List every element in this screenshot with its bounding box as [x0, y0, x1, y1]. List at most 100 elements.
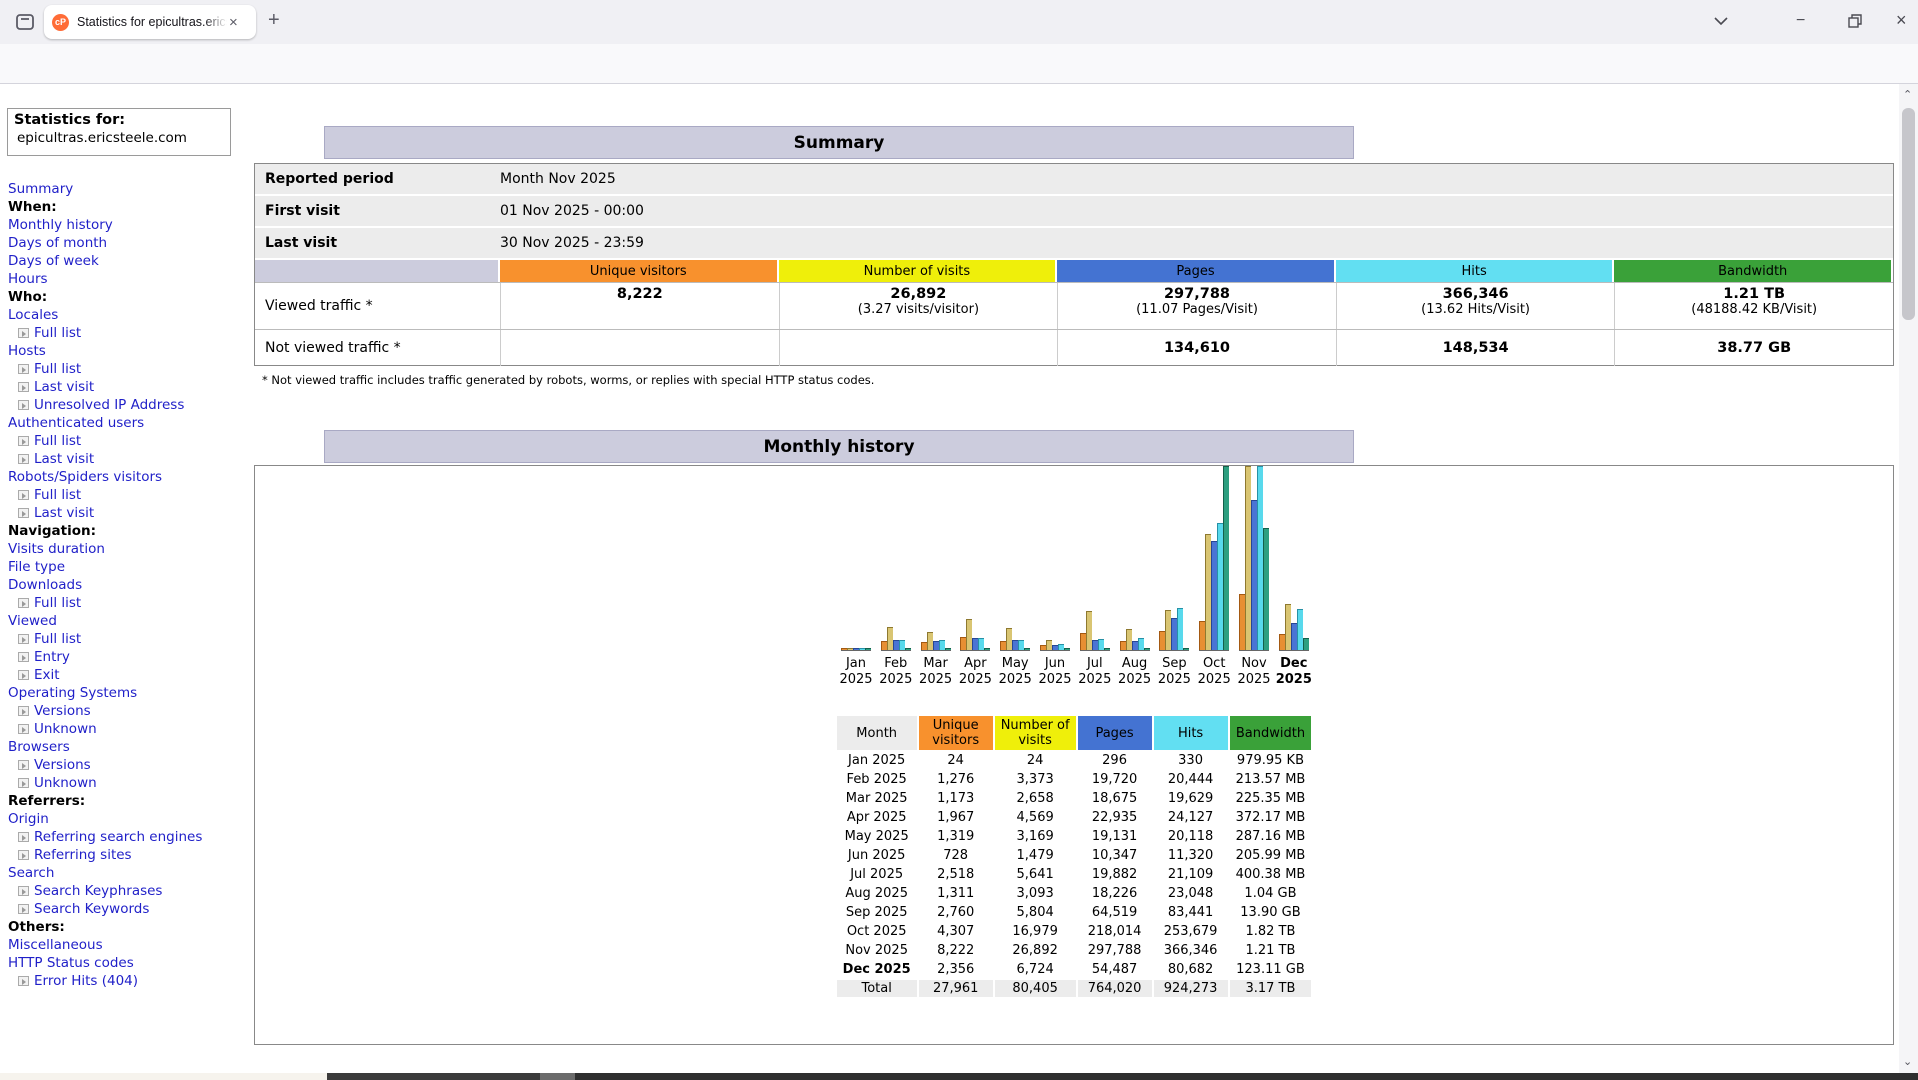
chart-bar-group	[1120, 629, 1150, 651]
summary-column-pages: Pages	[1057, 260, 1334, 282]
chart-month-label: Aug2025	[1113, 656, 1157, 688]
firefox-view-icon[interactable]	[14, 11, 36, 33]
window-minimize-button[interactable]: −	[1796, 12, 1805, 30]
summary-value-cell	[500, 330, 779, 366]
sidebar-item-full-list[interactable]: Full list	[8, 594, 253, 612]
sidebar-item-unresolved-ip-address[interactable]: Unresolved IP Address	[8, 396, 253, 414]
tab-bar: cP Statistics for epicultras.ericsteele.…	[0, 0, 1918, 44]
summary-title: Summary	[324, 126, 1354, 159]
bar-bandwidth	[1223, 466, 1229, 650]
scroll-up-arrow[interactable]: ⌃	[1903, 88, 1912, 101]
bar-bandwidth	[865, 648, 871, 650]
bar-bandwidth	[1064, 648, 1070, 650]
sidebar-item-versions[interactable]: Versions	[8, 756, 253, 774]
sidebar-item-last-visit[interactable]: Last visit	[8, 450, 253, 468]
sidebar-item-exit[interactable]: Exit	[8, 666, 253, 684]
sidebar-item-monthly-history[interactable]: Monthly history	[8, 216, 253, 234]
sidebar-item-full-list[interactable]: Full list	[8, 630, 253, 648]
sidebar-item-origin[interactable]: Origin	[8, 810, 253, 828]
sidebar-item-authenticated-users[interactable]: Authenticated users	[8, 414, 253, 432]
chart-bar-group	[1239, 466, 1269, 651]
summary-value-cell: 148,534	[1336, 330, 1615, 366]
sidebar-item-full-list[interactable]: Full list	[8, 360, 253, 378]
summary-info-row: Last visit30 Nov 2025 - 23:59	[255, 228, 1893, 258]
sidebar-item-file-type[interactable]: File type	[8, 558, 253, 576]
sidebar-item-search-keywords[interactable]: Search Keywords	[8, 900, 253, 918]
sidebar-item-last-visit[interactable]: Last visit	[8, 378, 253, 396]
sidebar-item-error-hits-404-[interactable]: Error Hits (404)	[8, 972, 253, 990]
submenu-icon	[18, 976, 29, 986]
sidebar-item-who-: Who:	[8, 288, 253, 306]
sidebar-item-miscellaneous[interactable]: Miscellaneous	[8, 936, 253, 954]
submenu-icon	[18, 850, 29, 860]
submenu-icon	[18, 328, 29, 338]
summary-box: Reported periodMonth Nov 2025First visit…	[254, 163, 1894, 366]
site-name: epicultras.ericsteele.com	[14, 130, 224, 146]
sidebar-item-hours[interactable]: Hours	[8, 270, 253, 288]
sidebar-item-downloads[interactable]: Downloads	[8, 576, 253, 594]
sidebar-item-viewed[interactable]: Viewed	[8, 612, 253, 630]
sidebar-item-referrers-: Referrers:	[8, 792, 253, 810]
sidebar-item-browsers[interactable]: Browsers	[8, 738, 253, 756]
bar-hits	[1177, 608, 1183, 650]
chart-bar-group	[1000, 628, 1030, 651]
bar-bandwidth	[1263, 528, 1269, 650]
new-tab-button[interactable]: +	[268, 9, 280, 32]
submenu-icon	[18, 400, 29, 410]
tab-list-chevron-icon[interactable]	[1714, 16, 1728, 26]
chart-month-label: May2025	[993, 656, 1037, 688]
sidebar-item-visits-duration[interactable]: Visits duration	[8, 540, 253, 558]
sidebar-item-referring-sites[interactable]: Referring sites	[8, 846, 253, 864]
sidebar-item-search-keyphrases[interactable]: Search Keyphrases	[8, 882, 253, 900]
sidebar-item-full-list[interactable]: Full list	[8, 486, 253, 504]
tab-title: Statistics for epicultras.ericsteele.com	[77, 15, 227, 29]
submenu-icon	[18, 724, 29, 734]
submenu-icon	[18, 364, 29, 374]
bottom-strip-light	[0, 1073, 327, 1080]
scrollbar-thumb[interactable]	[1902, 108, 1915, 320]
sidebar-item-unknown[interactable]: Unknown	[8, 774, 253, 792]
window-close-button[interactable]: ×	[1896, 10, 1907, 31]
sidebar-item-versions[interactable]: Versions	[8, 702, 253, 720]
sidebar-item-summary[interactable]: Summary	[8, 180, 253, 198]
sidebar-item-others-: Others:	[8, 918, 253, 936]
scroll-down-arrow[interactable]: ⌄	[1903, 1055, 1912, 1068]
sidebar-item-days-of-month[interactable]: Days of month	[8, 234, 253, 252]
sidebar-item-unknown[interactable]: Unknown	[8, 720, 253, 738]
navigation-toolbar: ← → server.granddesigns.online:2083/cpse…	[0, 44, 1918, 84]
sidebar-item-full-list[interactable]: Full list	[8, 324, 253, 342]
vertical-scrollbar[interactable]: ⌃ ⌄	[1899, 84, 1918, 1080]
chart-month-label: Jun2025	[1033, 656, 1077, 688]
sidebar-item-search[interactable]: Search	[8, 864, 253, 882]
monthly-history-title: Monthly history	[324, 430, 1354, 463]
sidebar-item-navigation-: Navigation:	[8, 522, 253, 540]
sidebar-item-full-list[interactable]: Full list	[8, 432, 253, 450]
sidebar-item-last-visit[interactable]: Last visit	[8, 504, 253, 522]
summary-column-number-of-visits: Number of visits	[779, 260, 1056, 282]
sidebar-item-locales[interactable]: Locales	[8, 306, 253, 324]
bar-bandwidth	[1144, 648, 1150, 650]
submenu-icon	[18, 598, 29, 608]
sidebar-item-days-of-week[interactable]: Days of week	[8, 252, 253, 270]
monthly-history-box: Jan2025Feb2025Mar2025Apr2025May2025Jun20…	[254, 465, 1894, 1045]
chart-bar-group	[881, 627, 911, 651]
sidebar-item-referring-search-engines[interactable]: Referring search engines	[8, 828, 253, 846]
statistics-for-label: Statistics for:	[14, 112, 224, 128]
submenu-icon	[18, 904, 29, 914]
sidebar-item-entry[interactable]: Entry	[8, 648, 253, 666]
summary-column-hits: Hits	[1336, 260, 1613, 282]
sidebar-item-operating-systems[interactable]: Operating Systems	[8, 684, 253, 702]
submenu-icon	[18, 634, 29, 644]
sidebar-item-hosts[interactable]: Hosts	[8, 342, 253, 360]
bar-bandwidth	[1024, 648, 1030, 650]
sidebar-item-when-: When:	[8, 198, 253, 216]
chart-month-label: Jan2025	[834, 656, 878, 688]
tab-close-icon[interactable]: ×	[229, 15, 238, 30]
sidebar-item-http-status-codes[interactable]: HTTP Status codes	[8, 954, 253, 972]
sidebar-item-robots-spiders-visitors[interactable]: Robots/Spiders visitors	[8, 468, 253, 486]
statistics-for-box: Statistics for: epicultras.ericsteele.co…	[7, 108, 231, 156]
browser-tab[interactable]: cP Statistics for epicultras.ericsteele.…	[44, 5, 256, 39]
summary-value-cell: 26,892(3.27 visits/visitor)	[779, 283, 1058, 329]
chart-bar-group	[841, 648, 871, 651]
window-restore-button[interactable]	[1848, 14, 1862, 28]
